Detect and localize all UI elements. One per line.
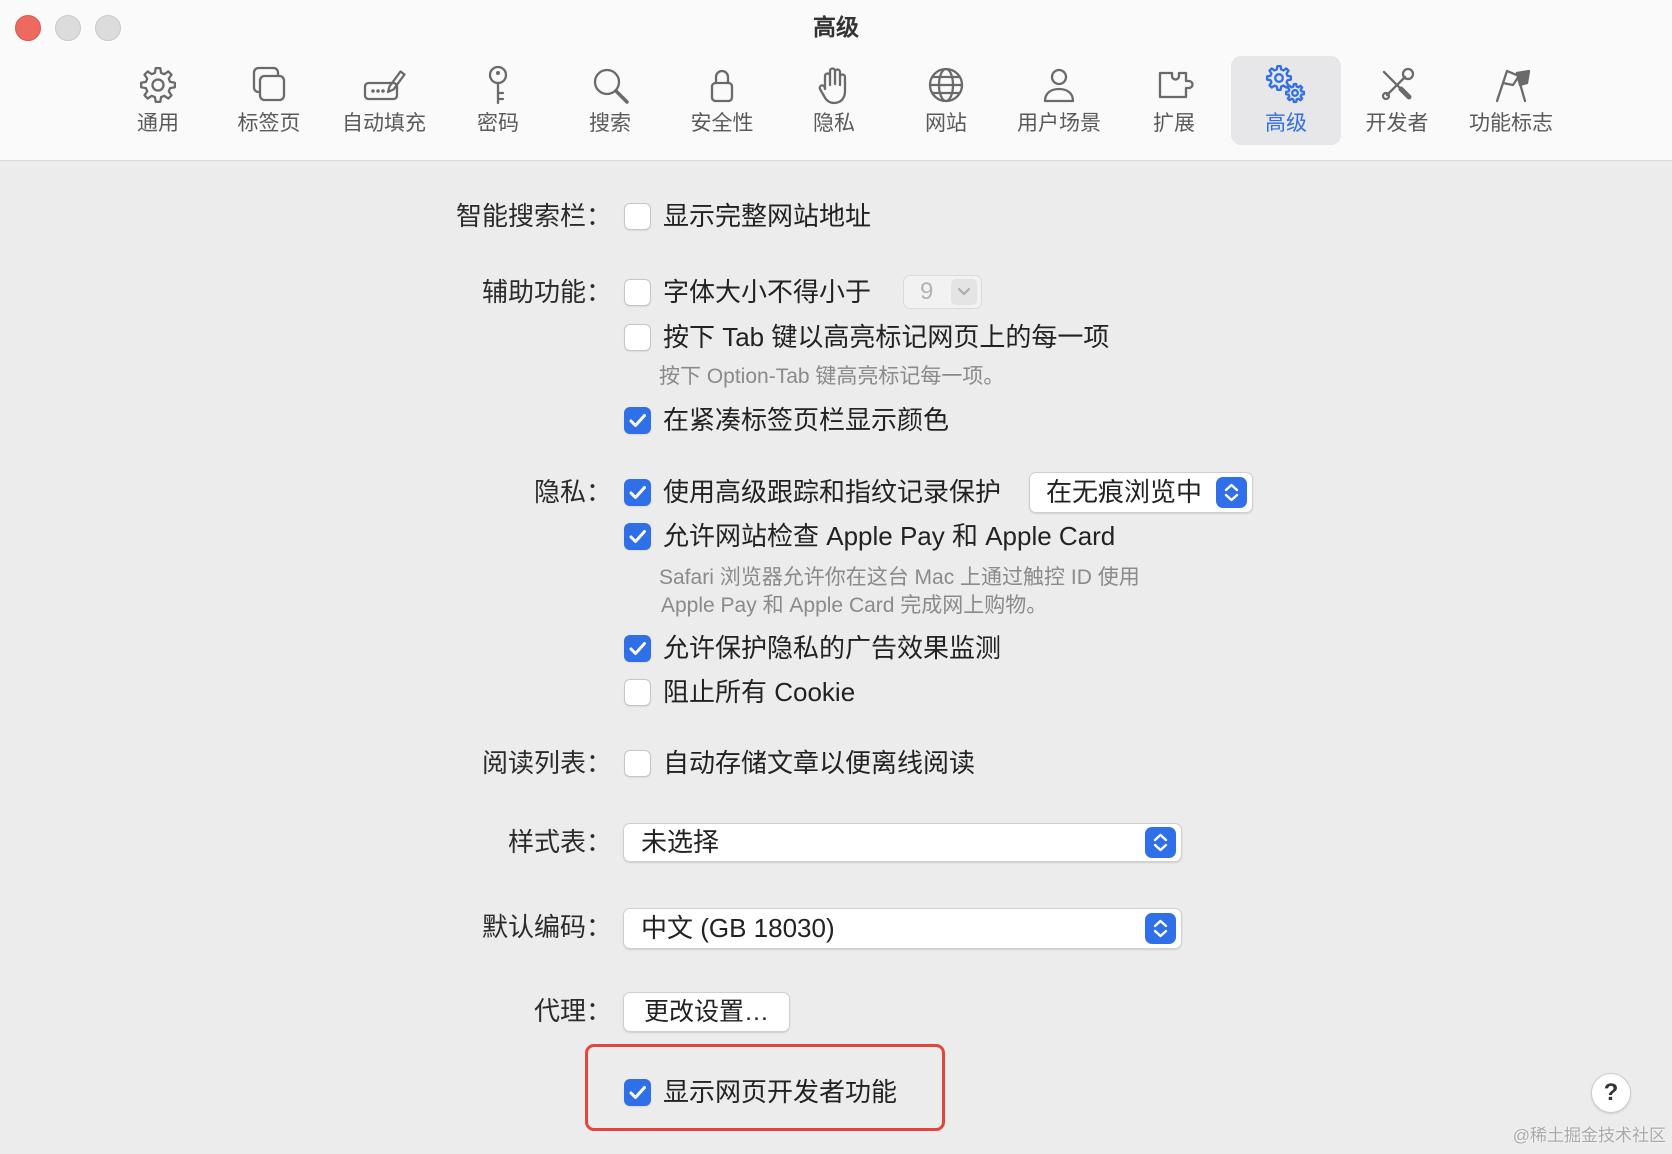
compact-tab-color-checkbox[interactable] [624, 407, 651, 434]
ad-measurement-label: 允许保护隐私的广告效果监测 [663, 633, 1002, 663]
toolbar-item-autofill[interactable]: 自动填充 [329, 56, 439, 145]
toolbar-item-developer[interactable]: 开发者 [1342, 56, 1452, 145]
ad-measurement-checkbox[interactable] [624, 635, 651, 662]
proxy-label: 代理： [533, 996, 612, 1026]
toolbar-item-label: 搜索 [589, 112, 631, 135]
puzzle-icon [1158, 71, 1194, 99]
apple-pay-note-line-1: Safari 浏览器允许你在这台 Mac 上通过触控 ID 使用 [659, 566, 1140, 589]
up-down-chevron-icon [1145, 827, 1176, 858]
toolbar-item-extensions[interactable]: 扩展 [1119, 56, 1229, 145]
min-font-size-value: 9 [920, 278, 934, 305]
gear-icon [140, 67, 176, 103]
toolbar-item-label: 自动填充 [342, 112, 426, 135]
toolbar-item-security[interactable]: 安全性 [667, 56, 777, 145]
checkmark-icon [629, 642, 646, 655]
tracking-protection-mode: 在无痕浏览中 [1046, 477, 1203, 507]
style-sheet-value: 未选择 [641, 827, 720, 857]
flags-icon [1495, 69, 1531, 103]
autofill-icon [363, 70, 406, 101]
watermark: @稀土掘金技术社区 [1512, 1126, 1666, 1145]
change-proxy-settings-button[interactable]: 更改设置… [623, 992, 790, 1032]
toolbar-item-websites[interactable]: 网站 [891, 56, 1001, 145]
toolbar-item-advanced[interactable]: 高级 [1231, 56, 1341, 145]
block-cookies-label: 阻止所有 Cookie [663, 677, 856, 707]
globe-icon [928, 67, 964, 103]
toolbar-item-feature-flags[interactable]: 功能标志 [1456, 56, 1566, 145]
tab-highlight-label: 按下 Tab 键以高亮标记网页上的每一项 [663, 322, 1110, 352]
toolbar-item-label: 用户场景 [1017, 112, 1101, 135]
privacy-label: 隐私： [533, 477, 612, 507]
reading-list-label: 阅读列表： [481, 748, 612, 778]
encoding-popup[interactable]: 中文 (GB 18030) [623, 908, 1182, 949]
compact-tab-color-label: 在紧凑标签页栏显示颜色 [663, 405, 950, 435]
help-button[interactable]: ? [1591, 1073, 1631, 1113]
save-offline-label: 自动存储文章以便离线阅读 [663, 748, 976, 778]
checkmark-icon [629, 414, 646, 427]
min-font-size-label: 字体大小不得小于 [663, 277, 872, 307]
toolbar-item-label: 密码 [477, 112, 519, 135]
apple-pay-note-line-2: Apple Pay 和 Apple Card 完成网上购物。 [661, 594, 1048, 617]
preferences-toolbar: 高级 通用 标签页 自动填充 密码 搜索 安全性 隐私 网站 用户场景 扩展 高… [0, 0, 1672, 161]
show-develop-features-checkbox[interactable] [624, 1079, 651, 1106]
toolbar-item-tabs[interactable]: 标签页 [214, 56, 324, 145]
smart-search-label: 智能搜索栏： [455, 201, 612, 231]
save-offline-checkbox[interactable] [624, 750, 651, 777]
checkmark-icon [629, 1086, 646, 1099]
encoding-value: 中文 (GB 18030) [641, 913, 835, 943]
up-down-chevron-icon [1216, 477, 1247, 508]
gears-icon [1265, 64, 1306, 104]
accessibility-label: 辅助功能： [481, 277, 612, 307]
chevron-down-icon [951, 279, 977, 305]
show-full-address-checkbox[interactable] [624, 203, 651, 230]
tools-icon [1381, 67, 1415, 101]
show-develop-features-label: 显示网页开发者功能 [663, 1077, 898, 1107]
apple-pay-label: 允许网站检查 Apple Pay 和 Apple Card [663, 521, 1116, 551]
toolbar-item-general[interactable]: 通用 [103, 56, 213, 145]
checkmark-icon [629, 530, 646, 543]
tracking-protection-label: 使用高级跟踪和指纹记录保护 [663, 477, 1002, 507]
min-font-size-checkbox[interactable] [624, 279, 651, 306]
tracking-protection-popup[interactable]: 在无痕浏览中 [1029, 472, 1253, 513]
tab-highlight-checkbox[interactable] [624, 324, 651, 351]
apple-pay-checkbox[interactable] [624, 523, 651, 550]
style-sheet-label: 样式表： [507, 827, 612, 857]
toolbar-item-label: 扩展 [1153, 112, 1195, 135]
person-icon [1043, 68, 1075, 103]
tab-highlight-note: 按下 Option-Tab 键高亮标记每一项。 [659, 365, 1005, 388]
tabs-icon [252, 66, 286, 102]
toolbar-item-label: 标签页 [237, 112, 301, 135]
block-cookies-checkbox[interactable] [624, 679, 651, 706]
toolbar-item-label: 安全性 [690, 112, 754, 135]
style-sheet-popup[interactable]: 未选择 [623, 823, 1182, 862]
toolbar-item-privacy[interactable]: 隐私 [779, 56, 889, 145]
window-title: 高级 [813, 14, 859, 40]
toolbar-item-label: 开发者 [1365, 112, 1429, 135]
toolbar-item-search[interactable]: 搜索 [555, 56, 665, 145]
show-full-address-label: 显示完整网站地址 [663, 201, 872, 231]
toolbar-item-label: 网站 [925, 112, 967, 135]
toolbar-item-passwords[interactable]: 密码 [443, 56, 553, 145]
toolbar-item-label: 功能标志 [1469, 112, 1553, 135]
toolbar-item-profiles[interactable]: 用户场景 [1004, 56, 1114, 145]
min-font-size-select[interactable]: 9 [903, 275, 982, 309]
checkmark-icon [629, 486, 646, 499]
hand-icon [818, 67, 847, 105]
up-down-chevron-icon [1145, 913, 1176, 944]
tracking-protection-checkbox[interactable] [624, 479, 651, 506]
search-icon [593, 68, 629, 104]
encoding-label: 默认编码： [481, 912, 612, 942]
key-icon [488, 65, 508, 105]
lock-icon [710, 69, 734, 103]
toolbar-item-label: 隐私 [813, 112, 855, 135]
